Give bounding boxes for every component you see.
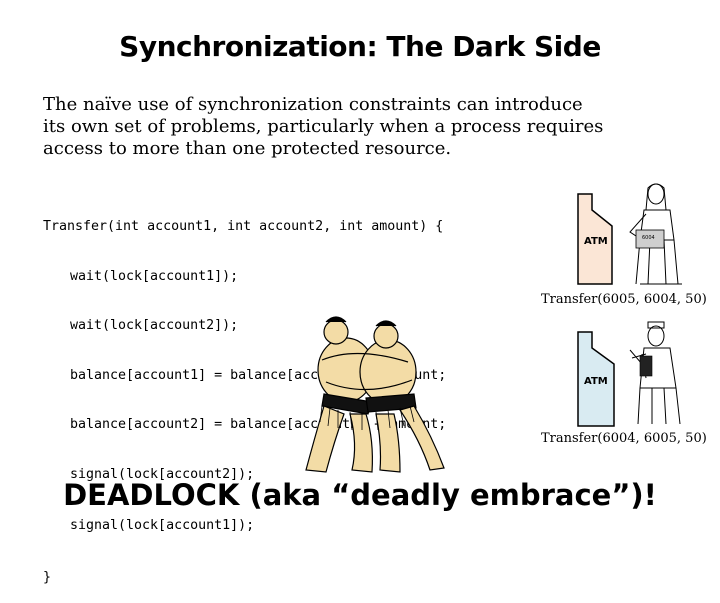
atm-bottom-caption: Transfer(6004, 6005, 50)	[541, 431, 707, 446]
atm-bottom-illustration: ATM	[577, 321, 681, 427]
atm-top-label: ATM	[584, 236, 608, 247]
intro-line: The naïve use of synchronization constra…	[43, 94, 583, 115]
intro-line: access to more than one protected resour…	[43, 138, 452, 159]
atm-top-caption: Transfer(6005, 6004, 50)	[541, 292, 707, 307]
slide-title: Synchronization: The Dark Side	[119, 30, 601, 63]
deadlock-footer: DEADLOCK (aka “deadly embrace”)!	[63, 478, 657, 512]
intro-paragraph: The naïve use of synchronization constra…	[43, 94, 663, 160]
sumo-wrestlers-illustration	[305, 316, 445, 473]
atm-card-text: 6004	[642, 235, 655, 241]
code-line: signal(lock[account1]);	[70, 518, 255, 533]
atm-bottom-label: ATM	[584, 376, 608, 387]
intro-line: its own set of problems, particularly wh…	[43, 116, 604, 137]
code-line: wait(lock[account1]);	[70, 268, 239, 284]
code-line: }	[43, 569, 52, 585]
atm-top-illustration: ATM 6004	[577, 183, 682, 285]
code-line: Transfer(int account1, int account2, int…	[43, 219, 444, 234]
